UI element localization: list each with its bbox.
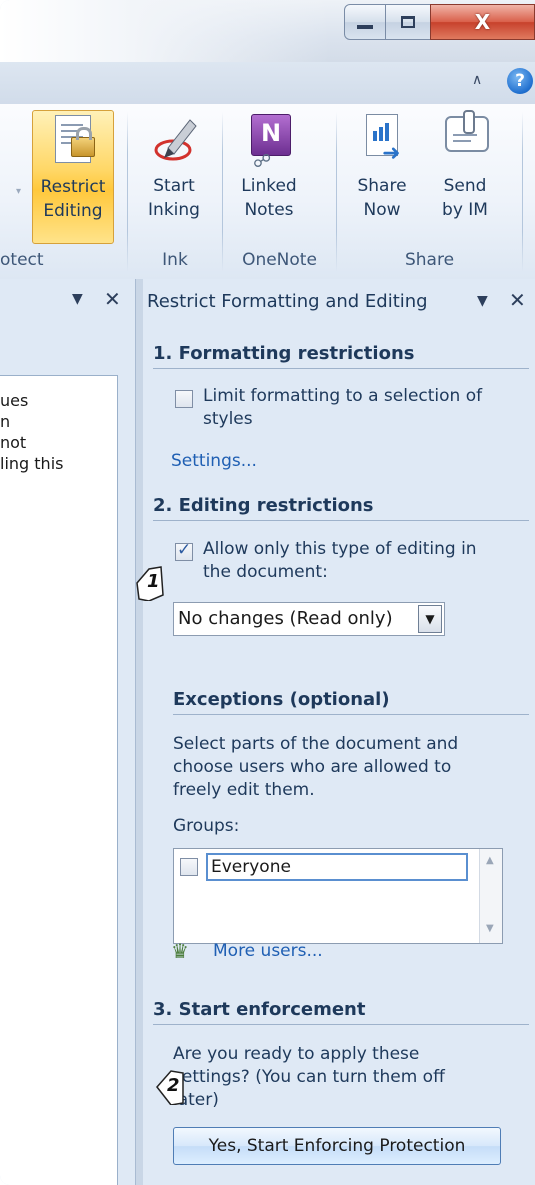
exceptions-heading: Exceptions (optional) bbox=[173, 689, 529, 715]
start-inking-label: Start Inking bbox=[148, 176, 200, 220]
send-by-im-label: Send by IM bbox=[442, 176, 488, 220]
minimize-icon bbox=[357, 25, 373, 29]
left-pane-header: ▼ ✕ bbox=[0, 279, 135, 325]
left-pane-menu-icon[interactable]: ▼ bbox=[72, 291, 83, 307]
groups-scrollbar[interactable]: ▲ ▼ bbox=[479, 849, 502, 943]
pane-title: Restrict Formatting and Editing bbox=[147, 291, 428, 312]
close-icon: X bbox=[474, 10, 491, 34]
onenote-icon: N ☍ bbox=[243, 114, 295, 172]
start-enforcing-protection-button[interactable]: Yes, Start Enforcing Protection bbox=[173, 1127, 501, 1165]
restore-icon bbox=[401, 16, 415, 28]
settings-link[interactable]: Settings... bbox=[171, 451, 257, 471]
group-everyone-checkbox[interactable] bbox=[180, 858, 198, 876]
left-pane-text: ues n not ling this bbox=[0, 391, 64, 473]
callout-2-number: 2 bbox=[167, 1075, 180, 1096]
restore-button[interactable] bbox=[386, 4, 430, 40]
callout-1-pointer: 1 bbox=[135, 565, 165, 602]
restrict-editing-label: Restrict Editing bbox=[40, 177, 106, 221]
enforcement-description: Are you ready to apply these settings? (… bbox=[173, 1044, 445, 1110]
group-label-share: Share bbox=[404, 250, 455, 270]
start-inking-button[interactable]: Start Inking bbox=[133, 110, 215, 244]
left-pane-close-icon[interactable]: ✕ bbox=[104, 287, 121, 311]
editing-type-value: No changes (Read only) bbox=[178, 608, 393, 629]
title-bar: X bbox=[0, 0, 535, 62]
allow-editing-type-checkbox[interactable] bbox=[175, 540, 193, 561]
share-icon: ➜ bbox=[356, 114, 408, 166]
restrict-editing-button[interactable]: Restrict Editing bbox=[32, 110, 114, 244]
left-task-pane: ▼ ✕ ues n not ling this bbox=[0, 279, 135, 1185]
ribbon: ▾ Restrict Editing Start Inking N ☍ Link… bbox=[0, 104, 535, 280]
scroll-down-icon[interactable]: ▼ bbox=[486, 923, 494, 934]
collapse-ribbon-icon[interactable]: ∧ bbox=[472, 72, 482, 88]
more-users-link[interactable]: More users... bbox=[213, 941, 323, 961]
restrict-editing-icon bbox=[47, 115, 99, 167]
group-label-ink: Ink bbox=[162, 250, 188, 270]
restrict-editing-pane: Restrict Formatting and Editing ▼ ✕ 1. F… bbox=[136, 279, 535, 1185]
group-everyone-item[interactable]: Everyone bbox=[206, 853, 468, 881]
word-window: X ∧ ? ▾ Restrict Editing Start Inking N … bbox=[0, 0, 535, 1185]
allow-editing-type-label: Allow only this type of editing in the d… bbox=[203, 539, 477, 582]
left-pane-content: ues n not ling this bbox=[0, 375, 118, 1185]
limit-formatting-label: Limit formatting to a selection of style… bbox=[203, 386, 483, 429]
editing-restrictions-heading: 2. Editing restrictions bbox=[153, 495, 529, 521]
share-now-button[interactable]: ➜ Share Now bbox=[341, 110, 423, 244]
callout-1-number: 1 bbox=[147, 571, 160, 592]
linked-notes-label: Linked Notes bbox=[241, 176, 297, 220]
formatting-restrictions-heading: 1. Formatting restrictions bbox=[153, 343, 529, 369]
exceptions-description: Select parts of the document and choose … bbox=[173, 734, 459, 800]
share-now-label: Share Now bbox=[357, 176, 407, 220]
groups-label: Groups: bbox=[173, 816, 240, 836]
start-enforcement-heading: 3. Start enforcement bbox=[153, 999, 529, 1025]
callout-2-pointer: 2 bbox=[155, 1069, 185, 1106]
chevron-down-icon[interactable]: ▼ bbox=[418, 605, 442, 633]
ribbon-group-overflow: ▾ bbox=[16, 186, 22, 197]
pane-menu-icon[interactable]: ▼ bbox=[477, 293, 488, 309]
minimize-button[interactable] bbox=[344, 4, 386, 40]
im-icon bbox=[439, 110, 491, 166]
ribbon-tab-row: ∧ ? bbox=[0, 62, 535, 105]
send-by-im-button[interactable]: Send by IM bbox=[424, 110, 506, 244]
scroll-up-icon[interactable]: ▲ bbox=[486, 855, 494, 866]
close-button[interactable]: X bbox=[430, 4, 535, 40]
group-label-onenote: OneNote bbox=[242, 250, 317, 270]
pen-icon bbox=[148, 114, 200, 166]
group-label-protect: otect bbox=[0, 250, 44, 270]
linked-notes-button[interactable]: N ☍ Linked Notes bbox=[228, 110, 310, 244]
editing-type-select[interactable]: No changes (Read only) ▼ bbox=[173, 602, 445, 636]
limit-formatting-checkbox[interactable] bbox=[175, 390, 193, 408]
users-icon: ♛ bbox=[171, 939, 189, 963]
groups-listbox[interactable]: Everyone ▲ ▼ bbox=[173, 848, 503, 944]
pane-close-icon[interactable]: ✕ bbox=[509, 288, 526, 312]
help-button[interactable]: ? bbox=[507, 68, 533, 94]
